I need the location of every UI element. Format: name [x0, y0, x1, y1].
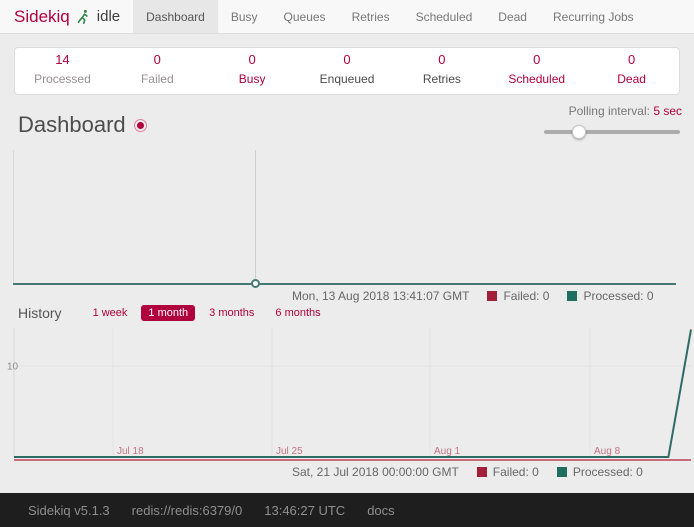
failed-swatch-icon [477, 467, 487, 477]
polling-interval: Polling interval: 5 sec [542, 104, 682, 139]
processed-line-realtime [13, 283, 676, 285]
realtime-processed-count: Processed: 0 [583, 289, 653, 303]
stat-scheduled[interactable]: 0 Scheduled [489, 52, 584, 90]
filter-1-week[interactable]: 1 week [86, 305, 135, 321]
x-tick-label: Aug 1 [434, 446, 461, 457]
page-title: Dashboard [18, 112, 147, 138]
brand-name: Sidekiq [14, 7, 70, 27]
nav-tabs: DashboardBusyQueuesRetriesScheduledDeadR… [133, 0, 647, 33]
hover-point-dot [251, 279, 260, 288]
x-tick-label: Aug 8 [594, 446, 621, 457]
realtime-failed-count: Failed: 0 [503, 289, 549, 303]
stat-value: 0 [489, 52, 584, 69]
filter-6-months[interactable]: 6 months [268, 305, 327, 321]
slider-track[interactable] [544, 130, 680, 134]
realtime-chart [0, 148, 694, 286]
history-header: History 1 week 1 month 3 months 6 months [18, 305, 328, 321]
tab-retries[interactable]: Retries [339, 0, 403, 33]
beacon-icon [134, 119, 147, 132]
polling-label: Polling interval: [569, 104, 650, 118]
stat-value: 0 [394, 52, 489, 69]
realtime-legend-time: Mon, 13 Aug 2018 13:41:07 GMT [292, 289, 469, 303]
history-failed-count: Failed: 0 [493, 465, 539, 479]
stat-label[interactable]: Busy [239, 72, 266, 86]
filter-1-month[interactable]: 1 month [141, 305, 195, 321]
stat-processed: 14 Processed [15, 52, 110, 90]
stat-value: 0 [300, 52, 395, 69]
polling-value: 5 sec [653, 104, 682, 118]
history-range-filters: 1 week 1 month 3 months 6 months [86, 305, 328, 321]
tab-scheduled[interactable]: Scheduled [403, 0, 486, 33]
failed-swatch-icon [487, 291, 497, 301]
polling-slider[interactable] [542, 125, 682, 139]
stat-retries: 0 Retries [394, 52, 489, 90]
tab-busy[interactable]: Busy [218, 0, 271, 33]
history-title: History [18, 305, 62, 321]
brand[interactable]: Sidekiq idle [0, 0, 133, 33]
status-text: idle [97, 8, 120, 25]
realtime-legend: Mon, 13 Aug 2018 13:41:07 GMT Failed: 0 … [0, 289, 694, 303]
filter-3-months[interactable]: 3 months [202, 305, 261, 321]
footer-redis-url: redis://redis:6379/0 [132, 503, 243, 518]
footer: Sidekiq v5.1.3 redis://redis:6379/0 13:4… [0, 493, 694, 527]
x-tick-label: Jul 18 [117, 446, 144, 457]
processed-swatch-icon [557, 467, 567, 477]
stat-label: Enqueued [320, 72, 375, 86]
history-legend: Sat, 21 Jul 2018 00:00:00 GMT Failed: 0 … [0, 465, 694, 479]
footer-version: Sidekiq v5.1.3 [28, 503, 110, 518]
stat-failed: 0 Failed [110, 52, 205, 90]
history-chart: Jul 18 Jul 25 Aug 1 Aug 8 10 [0, 326, 694, 464]
sidekiq-dashboard: Sidekiq idle DashboardBusyQueuesRetriesS… [0, 0, 694, 527]
runner-icon [76, 8, 91, 26]
stat-dead[interactable]: 0 Dead [584, 52, 679, 90]
stat-label: Processed [34, 72, 91, 86]
tab-queues[interactable]: Queues [271, 0, 339, 33]
stat-label: Failed [141, 72, 174, 86]
stat-label: Retries [423, 72, 461, 86]
docs-link[interactable]: docs [367, 503, 394, 518]
stat-value: 0 [205, 52, 300, 69]
stat-label[interactable]: Dead [617, 72, 646, 86]
stat-enqueued: 0 Enqueued [300, 52, 395, 90]
stat-busy[interactable]: 0 Busy [205, 52, 300, 90]
navbar: Sidekiq idle DashboardBusyQueuesRetriesS… [0, 0, 694, 34]
history-processed-count: Processed: 0 [573, 465, 643, 479]
stat-value: 0 [584, 52, 679, 69]
tab-recurring-jobs[interactable]: Recurring Jobs [540, 0, 647, 33]
page-title-text: Dashboard [18, 112, 126, 138]
footer-utc-time: 13:46:27 UTC [264, 503, 345, 518]
slider-thumb[interactable] [572, 125, 586, 139]
stat-value: 14 [15, 52, 110, 69]
hover-guideline [255, 150, 256, 282]
stat-value: 0 [110, 52, 205, 69]
history-chart-svg: Jul 18 Jul 25 Aug 1 Aug 8 10 [0, 326, 694, 464]
processed-line [14, 330, 691, 457]
y-tick-label: 10 [7, 362, 19, 373]
tab-dead[interactable]: Dead [485, 0, 540, 33]
realtime-y-axis [13, 150, 14, 284]
stat-label[interactable]: Scheduled [508, 72, 565, 86]
processed-swatch-icon [567, 291, 577, 301]
stats-bar: 14 Processed 0 Failed 0 Busy 0 Enqueued 0 Retries… [14, 47, 680, 95]
history-legend-time: Sat, 21 Jul 2018 00:00:00 GMT [292, 465, 459, 479]
x-tick-label: Jul 25 [276, 446, 303, 457]
tab-dashboard[interactable]: Dashboard [133, 0, 218, 33]
